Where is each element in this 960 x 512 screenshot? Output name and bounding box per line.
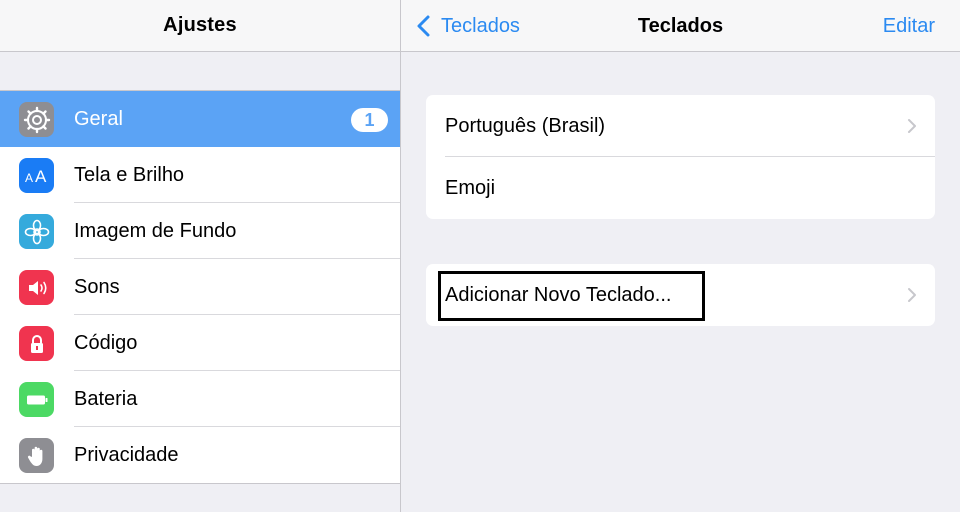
battery-icon — [19, 382, 54, 417]
sidebar-item-label: Imagem de Fundo — [74, 219, 237, 242]
settings-sidebar: Ajustes Geral 1 A A Tela e Brilho Imagem… — [0, 0, 400, 512]
add-keyboard-button[interactable]: Adicionar Novo Teclado... — [426, 264, 935, 326]
lock-icon — [19, 326, 54, 361]
add-keyboard-group: Adicionar Novo Teclado... — [426, 264, 935, 326]
svg-text:A: A — [25, 171, 33, 185]
sidebar-item-label: Geral — [74, 107, 123, 130]
gear-icon — [19, 102, 54, 137]
keyboard-item-emoji[interactable]: Emoji — [426, 157, 935, 219]
sidebar-item-bateria[interactable]: Bateria — [0, 371, 400, 427]
sidebar-item-privacidade[interactable]: Privacidade — [0, 427, 400, 483]
sidebar-item-label: Bateria — [74, 387, 138, 410]
text-size-icon: A A — [19, 158, 54, 193]
flower-icon — [19, 214, 54, 249]
sidebar-item-label: Sons — [74, 275, 120, 298]
sidebar-item-imagem-de-fundo[interactable]: Imagem de Fundo — [0, 203, 400, 259]
sidebar-item-tela-e-brilho[interactable]: A A Tela e Brilho — [0, 147, 400, 203]
hand-icon — [19, 438, 54, 473]
edit-button[interactable]: Editar — [883, 0, 935, 52]
notification-badge: 1 — [351, 108, 388, 132]
keyboard-item-label: Emoji — [445, 176, 496, 199]
chevron-left-icon — [417, 15, 430, 37]
settings-list: Geral 1 A A Tela e Brilho Imagem de Fund… — [0, 90, 400, 484]
add-keyboard-label: Adicionar Novo Teclado... — [445, 283, 672, 306]
sidebar-item-label: Tela e Brilho — [74, 163, 185, 186]
sidebar-header: Ajustes — [0, 0, 400, 52]
sidebar-item-label: Código — [74, 331, 138, 354]
navigation-bar: Teclados Teclados Editar — [401, 0, 960, 52]
keyboard-item-label: Português (Brasil) — [445, 114, 606, 137]
speaker-icon — [19, 270, 54, 305]
keyboard-list: Português (Brasil) Emoji — [426, 95, 935, 219]
sidebar-item-label: Privacidade — [74, 443, 179, 466]
sidebar-title: Ajustes — [163, 14, 237, 36]
chevron-right-icon — [908, 119, 916, 133]
back-button[interactable]: Teclados — [415, 0, 520, 52]
back-button-label: Teclados — [441, 14, 520, 37]
keyboard-item-portugues[interactable]: Português (Brasil) — [426, 95, 935, 157]
sidebar-item-codigo[interactable]: Código — [0, 315, 400, 371]
chevron-right-icon — [908, 288, 916, 302]
svg-text:A: A — [35, 167, 47, 186]
keyboards-pane: Teclados Teclados Editar Português (Bras… — [401, 0, 960, 512]
sidebar-item-geral[interactable]: Geral 1 — [0, 91, 400, 147]
sidebar-item-sons[interactable]: Sons — [0, 259, 400, 315]
